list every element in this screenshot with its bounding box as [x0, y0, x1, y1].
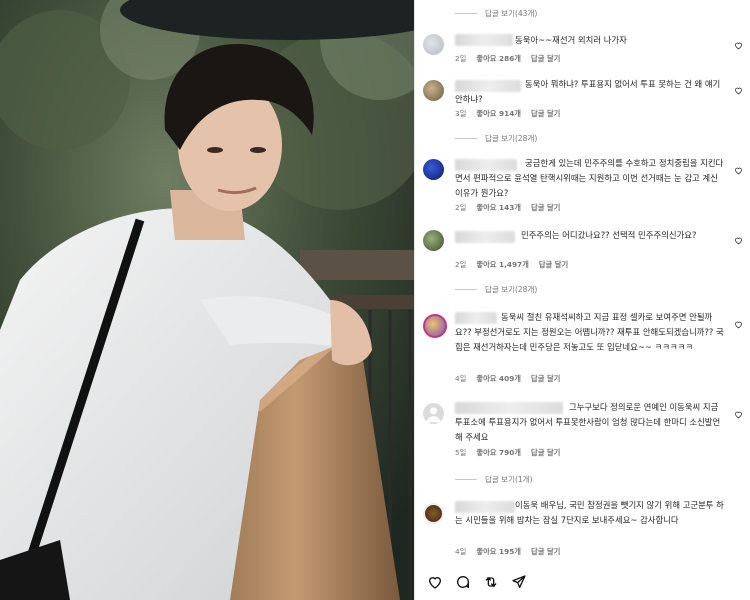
reply-button[interactable]: 답글 달기 [531, 374, 560, 384]
heart-icon[interactable] [427, 574, 443, 590]
comment-meta: 4일 좋아요 409개 답글 달기 [455, 374, 561, 384]
view-replies-link[interactable]: 답글 보기(1개) [455, 471, 533, 487]
heart-icon[interactable] [734, 86, 743, 95]
comment-meta: 2일 좋아요 1,497개 답글 달기 [455, 260, 569, 270]
comments-panel: 답글 보기(43개) 동욱아~~재선거 외치러 나가자 2일 좋아요 286개 … [414, 0, 750, 600]
view-replies-link[interactable]: 답글 보기(43개) [455, 5, 537, 21]
comment-meta: 5일 좋아요 790개 답글 달기 [455, 448, 561, 458]
comment-text: 궁금한게 있는데 민주주의를 수호하고 정치중립을 지킨다면서 편파적으로 윤석… [455, 158, 724, 198]
comment-meta: 4일 좋아요 195개 답글 달기 [455, 547, 561, 557]
heart-icon[interactable] [734, 320, 743, 329]
avatar[interactable] [423, 230, 444, 251]
likes-count[interactable]: 좋아요 914개 [476, 109, 521, 119]
reply-button[interactable]: 답글 달기 [531, 203, 560, 213]
comment-text: 동욱아~~재선거 외치러 나가자 [515, 35, 627, 45]
avatar[interactable] [423, 80, 444, 101]
comment-text: 민주주의는 어디갔나요?? 선택적 민주주의신가요? [521, 230, 697, 240]
view-replies-link[interactable]: 답글 보기(28개) [455, 281, 537, 297]
man-on-bridge-photo [0, 0, 414, 600]
likes-count[interactable]: 좋아요 409개 [476, 374, 521, 384]
reply-button[interactable]: 답글 달기 [531, 109, 560, 119]
comment-text: 동욱씨 절친 유재석씨하고 지금 표정 셀카로 보여주면 안될까요?? 부정선거… [455, 312, 724, 352]
likes-count[interactable]: 좋아요 143개 [476, 203, 521, 213]
view-replies-link[interactable]: 답글 보기(28개) [455, 130, 537, 146]
heart-icon[interactable] [734, 41, 743, 50]
avatar[interactable] [423, 403, 444, 424]
reply-button[interactable]: 답글 달기 [531, 54, 560, 64]
likes-count[interactable]: 좋아요 790개 [476, 448, 521, 458]
comment-meta: 2일 좋아요 286개 답글 달기 [455, 54, 561, 64]
heart-icon[interactable] [734, 166, 743, 175]
likes-count[interactable]: 좋아요 1,497개 [476, 260, 528, 270]
post-photo [0, 0, 414, 600]
comment-meta: 3일 좋아요 914개 답글 달기 [455, 109, 561, 119]
repost-icon[interactable] [483, 574, 499, 590]
comment-meta: 2일 좋아요 143개 답글 달기 [455, 203, 561, 213]
avatar[interactable] [423, 503, 444, 524]
reply-button[interactable]: 답글 달기 [531, 547, 560, 557]
comment-text: 동욱아 뭐하냐? 투표용지 없어서 투표 못하는 건 왜 얘기 안하냐? [455, 79, 721, 104]
reply-button[interactable]: 답글 달기 [539, 260, 568, 270]
avatar[interactable] [423, 34, 444, 55]
avatar[interactable] [423, 314, 447, 338]
avatar[interactable] [423, 159, 444, 180]
likes-count[interactable]: 좋아요 195개 [476, 547, 521, 557]
post-action-bar [415, 568, 750, 596]
share-icon[interactable] [511, 574, 527, 590]
default-avatar-icon [426, 407, 441, 423]
likes-count[interactable]: 좋아요 286개 [476, 54, 521, 64]
comment-text: 그누구보다 정의로운 연예인 이동욱씨 지금 투표소에 투표용지가 없어서 투표… [455, 402, 721, 442]
comment-text: 이동욱 배우님, 국민 참정권을 뺏기지 않기 위해 고군분투 하는 시민들을 … [455, 500, 724, 525]
reply-button[interactable]: 답글 달기 [531, 448, 560, 458]
heart-icon[interactable] [734, 410, 743, 419]
heart-icon[interactable] [734, 236, 743, 245]
comment-icon[interactable] [455, 574, 471, 590]
